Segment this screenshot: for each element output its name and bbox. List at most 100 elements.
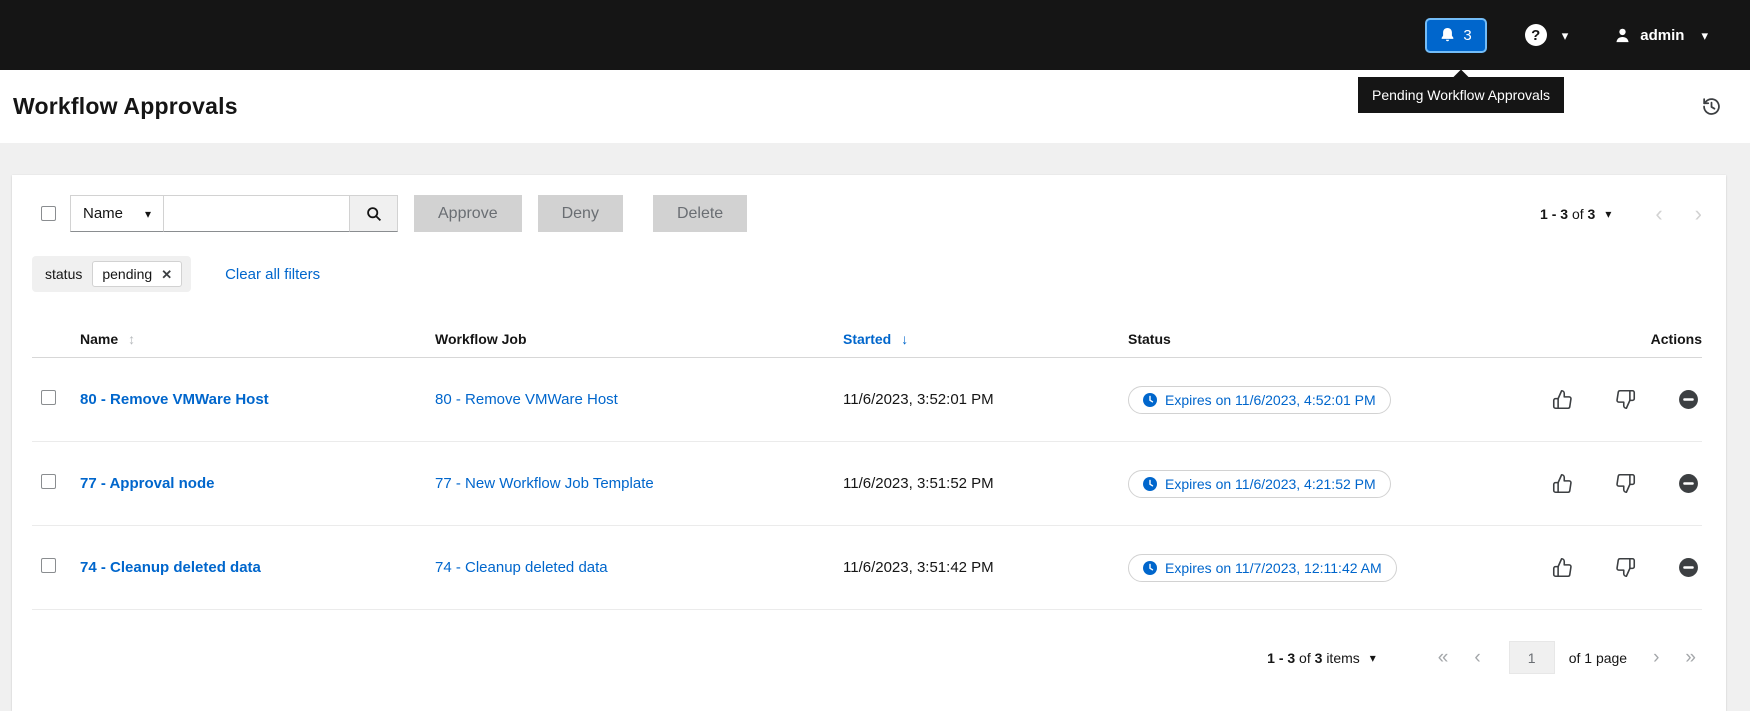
next-page-button[interactable]: › <box>1695 203 1702 225</box>
workflow-job-link[interactable]: 74 - Cleanup deleted data <box>435 559 608 576</box>
user-menu[interactable]: admin ▾ <box>1614 27 1708 44</box>
approval-name-link[interactable]: 80 - Remove VMWare Host <box>80 391 269 408</box>
approve-row-button[interactable] <box>1552 557 1573 578</box>
pagination-bottom-range: 1 - 3 of 3 items <box>1267 650 1360 666</box>
filter-chip: pending ✕ <box>92 261 182 287</box>
content-area: Name ▾ Approve Deny Delete 1 - 3 of 3 ▾ <box>0 143 1750 711</box>
remove-filter-icon[interactable]: ✕ <box>161 268 172 281</box>
column-header-actions: Actions <box>1548 331 1702 347</box>
thumbs-up-icon <box>1552 389 1573 410</box>
notifications-button[interactable]: 3 <box>1425 18 1486 53</box>
row-checkbox[interactable] <box>41 390 56 405</box>
status-badge-label: Expires on 11/6/2023, 4:21:52 PM <box>1165 476 1376 492</box>
status-badge[interactable]: Expires on 11/7/2023, 12:11:42 AM <box>1128 554 1397 582</box>
search-input[interactable] <box>164 195 350 232</box>
history-icon <box>1701 96 1722 117</box>
last-page-button[interactable]: » <box>1685 648 1696 667</box>
deny-button[interactable]: Deny <box>538 195 623 232</box>
caret-down-icon[interactable]: ▾ <box>1370 651 1376 665</box>
deny-row-button[interactable] <box>1615 473 1636 494</box>
notification-count: 3 <box>1463 27 1471 44</box>
pagination-total: 3 <box>1588 206 1596 222</box>
pagination-range: 1 - 3 <box>1540 206 1568 222</box>
workflow-approvals-card: Name ▾ Approve Deny Delete 1 - 3 of 3 ▾ <box>12 175 1726 711</box>
toolbar: Name ▾ Approve Deny Delete 1 - 3 of 3 ▾ <box>32 195 1702 232</box>
username-label: admin <box>1640 27 1684 44</box>
row-checkbox[interactable] <box>41 558 56 573</box>
filter-chip-row: status pending ✕ Clear all filters <box>32 256 1702 292</box>
question-circle-icon: ? <box>1525 24 1547 46</box>
started-timestamp: 11/6/2023, 3:52:01 PM <box>843 391 1128 408</box>
table-header-row: Name↕ Workflow Job Started↓ Status Actio… <box>32 320 1702 358</box>
caret-down-icon: ▾ <box>145 208 151 220</box>
approval-name-link[interactable]: 74 - Cleanup deleted data <box>80 559 261 576</box>
sort-descending-icon[interactable]: ↓ <box>901 331 908 347</box>
approve-button[interactable]: Approve <box>414 195 522 232</box>
approve-row-button[interactable] <box>1552 389 1573 410</box>
status-badge[interactable]: Expires on 11/6/2023, 4:52:01 PM <box>1128 386 1391 414</box>
workflow-job-link[interactable]: 80 - Remove VMWare Host <box>435 391 618 408</box>
sort-icon[interactable]: ↕ <box>128 331 135 347</box>
status-badge-label: Expires on 11/6/2023, 4:52:01 PM <box>1165 392 1376 408</box>
refresh-history-button[interactable] <box>1701 96 1722 117</box>
pagination-top: 1 - 3 of 3 ▾ ‹ › <box>1540 203 1702 225</box>
filter-attribute-select[interactable]: Name ▾ <box>70 195 164 232</box>
thumbs-up-icon <box>1552 473 1573 494</box>
page-title: Workflow Approvals <box>13 93 238 120</box>
pagination-of-label: of <box>1299 650 1311 666</box>
filter-chip-group: status pending ✕ <box>32 256 191 292</box>
workflow-job-link[interactable]: 77 - New Workflow Job Template <box>435 475 654 492</box>
minus-circle-icon <box>1678 389 1699 410</box>
pagination-bottom: 1 - 3 of 3 items ▾ « ‹ of 1 page › » <box>32 610 1702 705</box>
cancel-row-button[interactable] <box>1678 473 1699 494</box>
caret-down-icon: ▾ <box>1701 29 1708 42</box>
cancel-row-button[interactable] <box>1678 389 1699 410</box>
caret-down-icon[interactable]: ▾ <box>1605 207 1611 221</box>
table-row: 74 - Cleanup deleted data 74 - Cleanup d… <box>32 526 1702 610</box>
filter-category-label: status <box>45 266 82 282</box>
column-header-started[interactable]: Started↓ <box>843 331 1128 347</box>
approve-row-button[interactable] <box>1552 473 1573 494</box>
row-checkbox[interactable] <box>41 474 56 489</box>
thumbs-down-icon <box>1615 389 1636 410</box>
filter-attribute-value: Name <box>83 205 123 222</box>
column-header-name[interactable]: Name↕ <box>80 331 435 347</box>
next-page-button[interactable]: › <box>1653 648 1659 667</box>
clock-icon <box>1143 477 1157 491</box>
delete-button[interactable]: Delete <box>653 195 747 232</box>
status-badge[interactable]: Expires on 11/6/2023, 4:21:52 PM <box>1128 470 1391 498</box>
table-row: 77 - Approval node 77 - New Workflow Job… <box>32 442 1702 526</box>
masthead: 3 ? ▾ admin ▾ <box>0 0 1750 70</box>
prev-page-button[interactable]: ‹ <box>1655 203 1662 225</box>
help-menu[interactable]: ? ▾ <box>1525 24 1569 46</box>
caret-down-icon: ▾ <box>1562 29 1569 42</box>
column-header-workflow-job: Workflow Job <box>435 331 843 347</box>
thumbs-down-icon <box>1615 557 1636 578</box>
page-count-label: of 1 page <box>1569 650 1627 666</box>
pagination-total: 3 <box>1315 650 1323 666</box>
table-row: 80 - Remove VMWare Host 80 - Remove VMWa… <box>32 358 1702 442</box>
clock-icon <box>1143 561 1157 575</box>
deny-row-button[interactable] <box>1615 389 1636 410</box>
pagination-range: 1 - 3 <box>1267 650 1295 666</box>
column-header-status: Status <box>1128 331 1548 347</box>
first-page-button[interactable]: « <box>1438 648 1449 667</box>
thumbs-up-icon <box>1552 557 1573 578</box>
approval-name-link[interactable]: 77 - Approval node <box>80 475 214 492</box>
select-all-checkbox[interactable] <box>41 206 56 221</box>
prev-page-button[interactable]: ‹ <box>1474 648 1480 667</box>
status-badge-label: Expires on 11/7/2023, 12:11:42 AM <box>1165 560 1382 576</box>
cancel-row-button[interactable] <box>1678 557 1699 578</box>
filter-chip-label: pending <box>102 266 152 282</box>
started-timestamp: 11/6/2023, 3:51:52 PM <box>843 475 1128 492</box>
pagination-top-range: 1 - 3 of 3 <box>1540 206 1595 222</box>
approvals-table: Name↕ Workflow Job Started↓ Status Actio… <box>32 320 1702 610</box>
minus-circle-icon <box>1678 557 1699 578</box>
started-timestamp: 11/6/2023, 3:51:42 PM <box>843 559 1128 576</box>
thumbs-down-icon <box>1615 473 1636 494</box>
deny-row-button[interactable] <box>1615 557 1636 578</box>
pending-approvals-tooltip: Pending Workflow Approvals <box>1358 77 1564 113</box>
current-page-input[interactable] <box>1509 641 1555 674</box>
clear-all-filters-link[interactable]: Clear all filters <box>225 266 320 283</box>
search-button[interactable] <box>350 195 398 232</box>
